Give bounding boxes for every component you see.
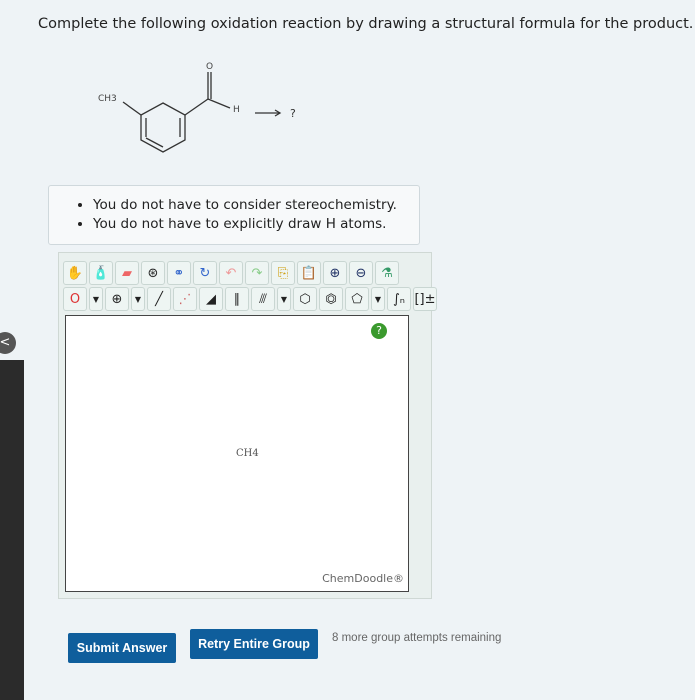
hydrogen-label: H	[233, 105, 240, 115]
flip-icon[interactable]: ⚭	[167, 261, 191, 285]
zoom-in-icon[interactable]: ⊕	[323, 261, 347, 285]
redo-icon[interactable]: ↷	[245, 261, 269, 285]
single-bond-icon[interactable]: ╱	[147, 287, 171, 311]
wedge-bond-icon[interactable]: ◢	[199, 287, 223, 311]
help-icon[interactable]: ?	[371, 323, 387, 339]
question-text: Complete the following oxidation reactio…	[38, 16, 694, 32]
cyclopentane-icon[interactable]: ⬠	[345, 287, 369, 311]
retry-group-button[interactable]: Retry Entire Group	[190, 629, 318, 659]
reaction-scheme: CH3 O H ?	[98, 62, 296, 153]
chevron-down-icon[interactable]: ▼	[371, 287, 385, 311]
chevron-down-icon[interactable]: ▼	[89, 287, 103, 311]
oxygen-label: O	[206, 62, 213, 72]
element-selector[interactable]: O	[63, 287, 87, 311]
charge-plus-icon[interactable]: ⊕	[105, 287, 129, 311]
bracket-charge-icon[interactable]: []±	[413, 287, 437, 311]
note: You do not have to consider stereochemis…	[93, 196, 419, 215]
hand-icon[interactable]: ✋	[63, 261, 87, 285]
paste-icon[interactable]: 📋	[297, 261, 321, 285]
product-placeholder: ?	[290, 107, 296, 120]
back-chevron-icon[interactable]: <	[0, 332, 16, 354]
undo-icon[interactable]: ↶	[219, 261, 243, 285]
benzene-icon[interactable]: ⏣	[319, 287, 343, 311]
instructions-box: You do not have to consider stereochemis…	[48, 185, 420, 245]
eraser-icon[interactable]: ▰	[115, 261, 139, 285]
drawing-canvas[interactable]: CH4 ChemDoodle®	[65, 315, 409, 592]
repeat-unit-icon[interactable]: ∫ₙ	[387, 287, 411, 311]
ch3-label: CH3	[98, 94, 117, 104]
center-icon[interactable]: ⊛	[141, 261, 165, 285]
cyclohexane-icon[interactable]: ⬡	[293, 287, 317, 311]
rotate-icon[interactable]: ↻	[193, 261, 217, 285]
copy-icon[interactable]: ⎘	[271, 261, 295, 285]
note: You do not have to explicitly draw H ato…	[93, 215, 419, 234]
erase-bottle-icon[interactable]: 🧴	[89, 261, 113, 285]
left-edge	[0, 360, 24, 700]
clean-icon[interactable]: ⚗	[375, 261, 399, 285]
zoom-out-icon[interactable]: ⊖	[349, 261, 373, 285]
chevron-down-icon[interactable]: ▼	[131, 287, 145, 311]
canvas-molecule-label: CH4	[236, 448, 259, 459]
triple-bond-icon[interactable]: ⫻	[251, 287, 275, 311]
chemdoodle-editor: ✋ 🧴 ▰ ⊛ ⚭ ↻ ↶ ↷ ⎘ 📋 ⊕ ⊖ ⚗ O ▼ ⊕ ▼ ╱ ⋰ ◢ …	[58, 252, 437, 599]
dashed-bond-icon[interactable]: ⋰	[173, 287, 197, 311]
double-bond-icon[interactable]: ∥	[225, 287, 249, 311]
chemdoodle-brand: ChemDoodle®	[322, 572, 404, 585]
submit-answer-button[interactable]: Submit Answer	[68, 633, 176, 663]
chevron-down-icon[interactable]: ▼	[277, 287, 291, 311]
attempts-remaining: 8 more group attempts remaining	[332, 632, 502, 644]
